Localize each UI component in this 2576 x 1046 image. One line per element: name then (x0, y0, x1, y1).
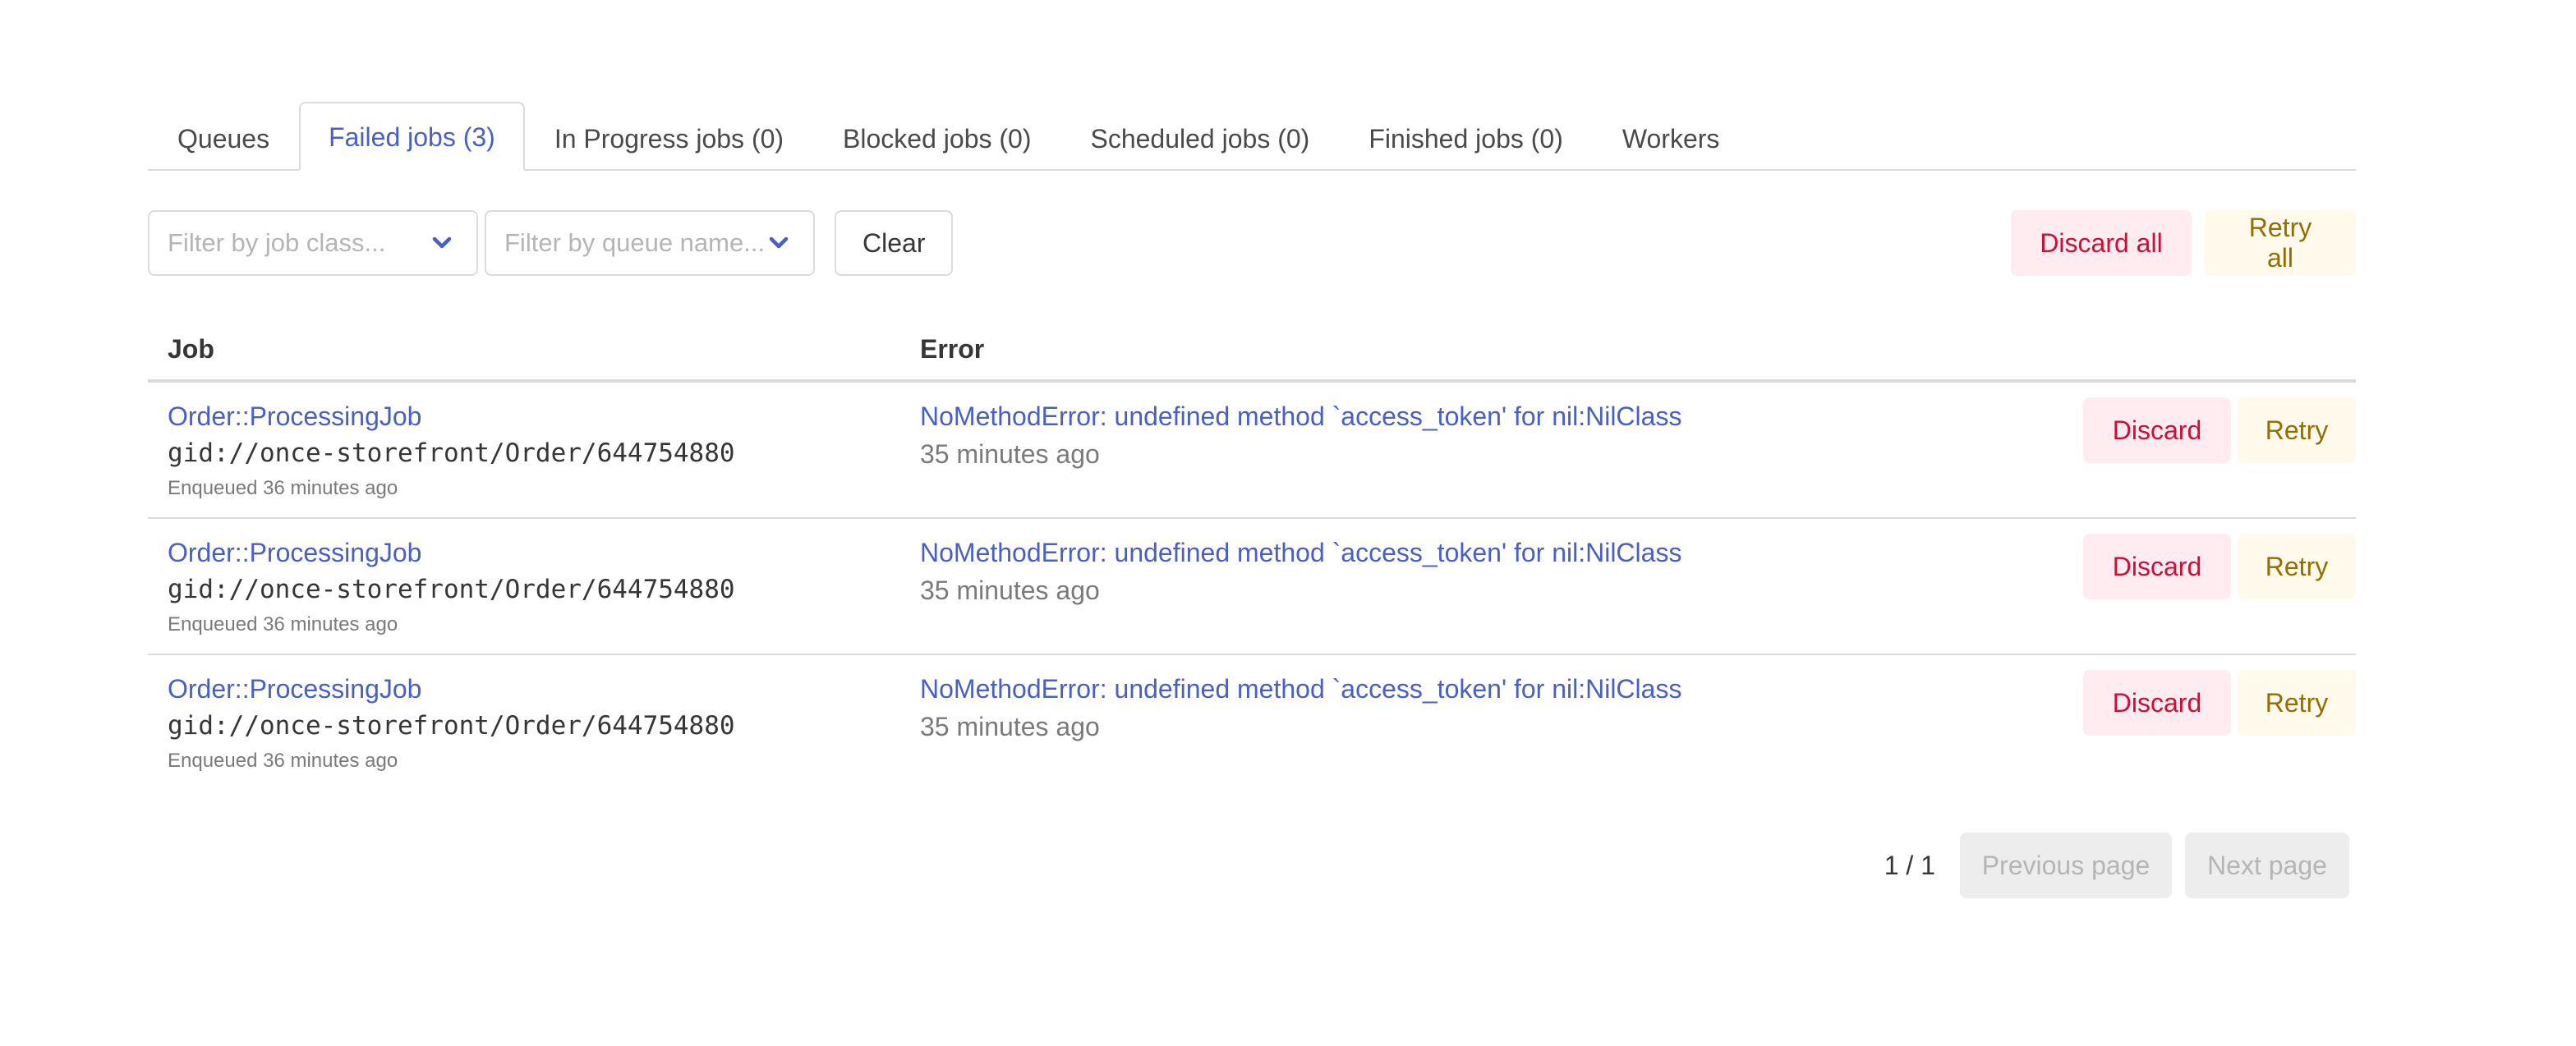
row-actions: Discard Retry (2083, 534, 2356, 599)
page-indicator: 1 / 1 (1884, 850, 1935, 880)
enqueued-time: Enqueued 36 minutes ago (168, 477, 398, 499)
tab-bar: Queues Failed jobs (3) In Progress jobs … (148, 102, 2356, 171)
failed-jobs-table: Job Error Order::ProcessingJob gid://onc… (148, 319, 2356, 791)
retry-all-button[interactable]: Retry all (2205, 210, 2356, 276)
table-row: Order::ProcessingJob gid://once-storefro… (148, 383, 2356, 519)
discard-button[interactable]: Discard (2083, 534, 2231, 599)
retry-button[interactable]: Retry (2238, 397, 2356, 463)
table-row: Order::ProcessingJob gid://once-storefro… (148, 519, 2356, 655)
job-cell: Order::ProcessingJob gid://once-storefro… (148, 655, 920, 791)
error-cell: NoMethodError: undefined method `access_… (920, 655, 1681, 791)
discard-all-button[interactable]: Discard all (2011, 210, 2192, 276)
retry-button[interactable]: Retry (2238, 670, 2356, 736)
job-class-link[interactable]: Order::ProcessingJob (168, 535, 920, 570)
job-class-link[interactable]: Order::ProcessingJob (168, 399, 920, 434)
row-actions: Discard Retry (2083, 397, 2356, 463)
error-link[interactable]: NoMethodError: undefined method `access_… (920, 535, 1681, 570)
tab-blocked-jobs[interactable]: Blocked jobs (0) (813, 103, 1060, 171)
job-class-filter-placeholder: Filter by job class... (168, 228, 386, 257)
failed-time: 35 minutes ago (920, 576, 1100, 605)
pagination: 1 / 1 Previous page Next page (1884, 833, 2349, 898)
column-header-error: Error (920, 333, 985, 364)
discard-button[interactable]: Discard (2083, 397, 2231, 463)
clear-filters-button[interactable]: Clear (835, 210, 954, 276)
failed-jobs-page: Queues Failed jobs (3) In Progress jobs … (148, 102, 2356, 791)
previous-page-button[interactable]: Previous page (1960, 833, 2172, 898)
enqueued-time: Enqueued 36 minutes ago (168, 750, 398, 772)
failed-time: 35 minutes ago (920, 439, 1100, 469)
enqueued-time: Enqueued 36 minutes ago (168, 613, 398, 635)
column-header-job: Job (168, 333, 214, 364)
tab-failed-jobs[interactable]: Failed jobs (3) (299, 102, 525, 171)
job-argument: gid://once-storefront/Order/644754880 (168, 438, 735, 468)
discard-button[interactable]: Discard (2083, 670, 2231, 736)
error-cell: NoMethodError: undefined method `access_… (920, 383, 1681, 517)
error-link[interactable]: NoMethodError: undefined method `access_… (920, 399, 1681, 434)
next-page-button[interactable]: Next page (2185, 833, 2349, 898)
row-actions: Discard Retry (2083, 670, 2356, 736)
job-argument: gid://once-storefront/Order/644754880 (168, 711, 735, 741)
filter-toolbar: Filter by job class... Filter by queue n… (148, 210, 2356, 276)
queue-name-filter-placeholder: Filter by queue name... (504, 228, 766, 257)
tab-in-progress-jobs[interactable]: In Progress jobs (0) (525, 103, 813, 171)
tab-workers[interactable]: Workers (1593, 103, 1750, 171)
chevron-down-icon (769, 236, 789, 249)
queue-name-filter[interactable]: Filter by queue name... (485, 210, 815, 276)
tab-scheduled-jobs[interactable]: Scheduled jobs (0) (1060, 103, 1339, 171)
job-class-link[interactable]: Order::ProcessingJob (168, 672, 920, 706)
table-row: Order::ProcessingJob gid://once-storefro… (148, 655, 2356, 791)
tab-queues[interactable]: Queues (148, 103, 299, 171)
job-cell: Order::ProcessingJob gid://once-storefro… (148, 383, 920, 517)
job-class-filter[interactable]: Filter by job class... (148, 210, 478, 276)
error-link[interactable]: NoMethodError: undefined method `access_… (920, 672, 1681, 706)
table-header: Job Error (148, 319, 2356, 383)
job-cell: Order::ProcessingJob gid://once-storefro… (148, 519, 920, 654)
failed-time: 35 minutes ago (920, 712, 1100, 741)
chevron-down-icon (432, 236, 452, 249)
tab-finished-jobs[interactable]: Finished jobs (0) (1339, 103, 1593, 171)
retry-button[interactable]: Retry (2238, 534, 2356, 599)
job-argument: gid://once-storefront/Order/644754880 (168, 575, 735, 604)
error-cell: NoMethodError: undefined method `access_… (920, 519, 1681, 654)
